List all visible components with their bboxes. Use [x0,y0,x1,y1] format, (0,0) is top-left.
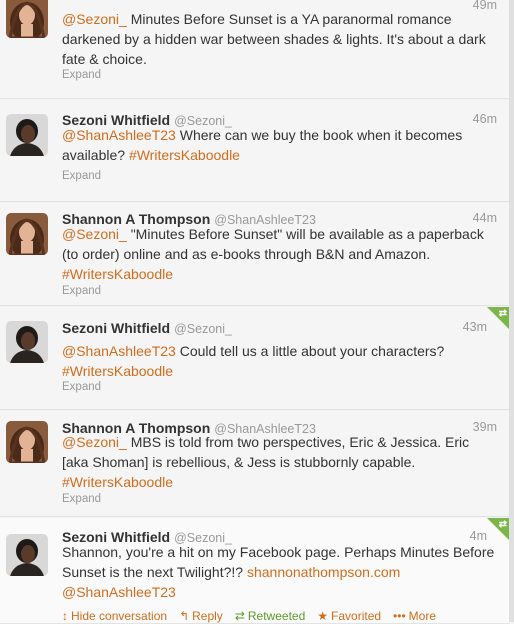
tweet[interactable]: Sezoni Whitfield @Sezoni_ 46m @ShanAshleeT2… [0,100,509,202]
more-icon: ••• [393,609,406,623]
url-link[interactable]: shannonathompson.com [247,564,400,580]
tweet-header: Sezoni Whitfield @Sezoni_ [62,320,497,338]
expand-link[interactable]: Expand [62,170,101,182]
tweet-timestamp[interactable]: 44m [473,211,497,225]
tweet[interactable]: Shannon A Thompson@ShanAshleeT2349m@Sezo… [0,0,509,99]
mention-link[interactable]: @Sezoni_ [62,226,127,242]
tweet-actions: ↕ Hide conversation ↰ Reply ⇄ Retweeted ★ Favor… [62,609,448,623]
reply-link[interactable]: ↰ Reply [179,609,223,623]
hide-conversation-link[interactable]: ↕ Hide conversation [62,609,167,623]
expand-link[interactable]: Expand [62,69,101,81]
conversation-timeline: Shannon A Thompson@ShanAshleeT2349m@Sezo… [0,0,514,624]
hashtag-link[interactable]: #WritersKaboodle [62,363,173,379]
retweet-mark-icon: ⇄ [498,308,507,319]
mention-link[interactable]: @ShanAshleeT23 [62,584,176,600]
tweet-text: @ShanAshleeT23 Where can we buy the book… [62,125,495,165]
action-label: Favorited [331,609,382,623]
tweet-text-segment: Could tell us a little about your charac… [175,343,445,359]
reply-icon: ↰ [179,609,190,623]
shannon-avatar[interactable] [6,421,48,463]
hashtag-link[interactable]: #WritersKaboodle [62,474,173,490]
expand-link[interactable]: Expand [62,285,101,297]
action-label: Retweeted [247,609,306,623]
more-link[interactable]: ••• More [393,609,436,623]
action-label: More [408,609,436,623]
star-icon: ★ [317,609,329,623]
expand-link[interactable]: Expand [62,381,101,393]
tweet[interactable]: Shannon A Thompson @ShanAshleeT23 39m @Sezo… [0,411,509,517]
retweeted-link[interactable]: ⇄ Retweeted [235,609,305,623]
scrollbar[interactable] [509,0,514,622]
tweet[interactable]: Sezoni Whitfield @Sezoni_ 4m Shannon, you'r… [0,518,509,624]
mention-link[interactable]: @Sezoni_ [62,11,127,27]
sezoni-avatar[interactable] [6,534,48,576]
hide-conversation-icon: ↕ [62,609,68,623]
tweet-text: @Sezoni_ MBS is told from two perspectiv… [62,432,495,492]
retweet-mark-icon: ⇄ [498,519,507,530]
tweet[interactable]: Shannon A Thompson @ShanAshleeT23 44m @Sezo… [0,203,509,306]
mention-link[interactable]: @ShanAshleeT23 [62,343,176,359]
expand-link[interactable]: Expand [62,493,101,505]
hashtag-link[interactable]: #WritersKaboodle [62,266,173,282]
retweet-icon: ⇄ [234,609,245,623]
shannon-avatar[interactable] [6,0,48,38]
tweet-timestamp[interactable]: 46m [473,112,497,126]
tweet-text: @Sezoni_ Minutes Before Sunset is a YA p… [62,9,495,69]
favorited-link[interactable]: ★ Favorited [317,609,381,623]
tweet[interactable]: Sezoni Whitfield @Sezoni_ 43m @ShanAshleeT2… [0,307,509,410]
tweet-timestamp[interactable]: 43m [463,320,487,334]
shannon-avatar[interactable] [6,213,48,255]
hashtag-link[interactable]: #WritersKaboodle [129,147,240,163]
action-label: Hide conversation [71,609,168,623]
author-handle[interactable]: @Sezoni_ [174,322,232,336]
action-label: Reply [192,609,223,623]
tweet-text: Shannon, you're a hit on my Facebook pag… [62,542,495,602]
sezoni-avatar[interactable] [6,114,48,156]
author-name[interactable]: Sezoni Whitfield [62,320,170,336]
mention-link[interactable]: @Sezoni_ [62,434,127,450]
tweet-text: @ShanAshleeT23 Could tell us a little ab… [62,341,495,381]
sezoni-avatar[interactable] [6,321,48,363]
mention-link[interactable]: @ShanAshleeT23 [62,127,176,143]
tweet-timestamp[interactable]: 4m [470,529,487,543]
tweet-text: @Sezoni_ "Minutes Before Sunset" will be… [62,224,495,284]
